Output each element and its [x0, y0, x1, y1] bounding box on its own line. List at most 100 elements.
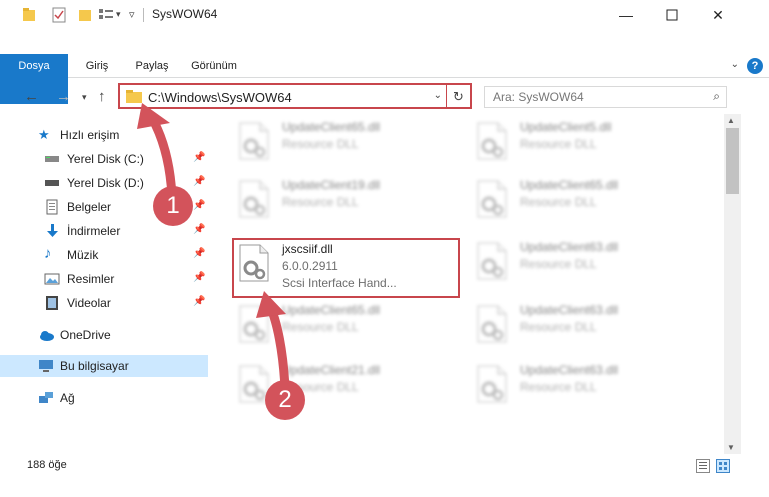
- nav-item-videos[interactable]: Videolar 📌: [0, 292, 208, 314]
- item-count: 188 öğe: [27, 459, 67, 471]
- status-bar: 188 öğe: [0, 455, 769, 477]
- close-button[interactable]: ✕: [695, 0, 741, 30]
- tiles-view-icon[interactable]: [716, 459, 730, 473]
- help-icon[interactable]: ?: [747, 58, 763, 74]
- navigation-bar: ← → ▾ ↑ C:\Windows\SysWOW64 ⌄ ↻ Ara: Sys…: [0, 80, 769, 114]
- nav-this-pc[interactable]: Bu bilgisayar: [0, 355, 208, 377]
- pictures-icon: [44, 273, 60, 285]
- nav-label: Ağ: [60, 391, 75, 405]
- file-detail: Resource DLL: [520, 137, 597, 151]
- pin-icon[interactable]: 📌: [193, 200, 205, 211]
- ribbon-tabs: Dosya Giriş Paylaş Görünüm ⌄ ?: [0, 54, 769, 104]
- pin-icon[interactable]: 📌: [193, 224, 205, 235]
- file-name: UpdateClient65.dll: [282, 120, 381, 134]
- dll-file-icon: [477, 122, 507, 160]
- details-view-icon[interactable]: [696, 459, 710, 473]
- file-item[interactable]: UpdateClient19.dll Resource DLL: [234, 176, 462, 226]
- window-title: SysWOW64: [152, 7, 218, 21]
- file-item-selected[interactable]: jxscsiif.dll 6.0.0.2911 Scsi Interface Han…: [232, 238, 460, 298]
- file-name: UpdateClient63.dll: [520, 363, 619, 377]
- folder-icon: [23, 8, 35, 21]
- ribbon-expand-icon[interactable]: ⌄: [731, 59, 739, 70]
- file-name: UpdateClient65.dll: [520, 178, 619, 192]
- minimize-icon: —: [619, 7, 633, 23]
- nav-onedrive[interactable]: OneDrive: [0, 324, 208, 346]
- nav-label: Resimler: [67, 272, 115, 286]
- download-icon: [47, 224, 58, 237]
- file-name: UpdateClient63.dll: [520, 240, 619, 254]
- file-name: UpdateClient19.dll: [282, 178, 381, 192]
- forward-icon[interactable]: →: [56, 88, 71, 105]
- customize-toolbar-icon[interactable]: ▿: [129, 8, 135, 24]
- network-icon: [39, 392, 53, 403]
- file-item[interactable]: UpdateClient5.dll Resource DLL: [472, 118, 700, 168]
- videos-icon: [46, 296, 58, 310]
- navigation-pane: ★ Hızlı erişim Yerel Disk (C:) 📌 Yerel D…: [0, 118, 208, 440]
- cloud-icon: [40, 331, 54, 341]
- file-item[interactable]: UpdateClient65.dll Resource DLL: [234, 118, 462, 168]
- recent-locations-icon[interactable]: ▾: [82, 92, 87, 103]
- file-item[interactable]: UpdateClient65.dll Resource DLL: [472, 176, 700, 226]
- file-item[interactable]: UpdateClient63.dll Resource DLL: [472, 361, 700, 411]
- file-detail: Resource DLL: [520, 257, 597, 271]
- pin-icon[interactable]: 📌: [193, 296, 205, 307]
- pin-icon[interactable]: 📌: [193, 152, 205, 163]
- tab-home[interactable]: Giriş: [80, 54, 114, 78]
- scroll-down-icon[interactable]: ▼: [727, 443, 735, 452]
- scroll-thumb[interactable]: [726, 128, 739, 194]
- file-name: jxscsiif.dll: [282, 242, 333, 256]
- file-detail: Resource DLL: [520, 380, 597, 394]
- file-description: Scsi Interface Hand...: [282, 276, 397, 290]
- drive-icon: [45, 180, 59, 186]
- nav-item-music[interactable]: ♪ Müzik 📌: [0, 244, 208, 266]
- dll-file-icon: [239, 305, 269, 343]
- search-box[interactable]: Ara: SysWOW64 ⌕: [484, 86, 727, 108]
- search-input[interactable]: Ara: SysWOW64: [493, 90, 584, 104]
- address-dropdown-icon[interactable]: ⌄: [434, 90, 442, 101]
- file-detail: Resource DLL: [520, 320, 597, 334]
- nav-label: İndirmeler: [67, 224, 121, 238]
- dll-file-icon: [239, 122, 269, 160]
- file-item[interactable]: UpdateClient63.dll Resource DLL: [472, 238, 700, 288]
- minimize-button[interactable]: —: [603, 0, 649, 30]
- pin-icon[interactable]: 📌: [193, 176, 205, 187]
- file-item[interactable]: UpdateClient65.dll Resource DLL: [234, 301, 462, 351]
- dll-file-icon: [239, 244, 269, 282]
- view-options-icon[interactable]: [98, 7, 114, 23]
- pin-icon[interactable]: 📌: [193, 272, 205, 283]
- close-icon: ✕: [712, 6, 724, 23]
- nav-item-disk-c[interactable]: Yerel Disk (C:) 📌: [0, 148, 208, 170]
- maximize-button[interactable]: [649, 0, 695, 30]
- file-item[interactable]: UpdateClient63.dll Resource DLL: [472, 301, 700, 351]
- file-detail: 6.0.0.2911: [282, 259, 338, 273]
- file-detail: Resource DLL: [282, 137, 359, 151]
- tab-share[interactable]: Paylaş: [132, 54, 172, 78]
- vertical-scrollbar[interactable]: ▲ ▼: [724, 114, 741, 454]
- computer-icon: [39, 360, 53, 372]
- dll-file-icon: [477, 242, 507, 280]
- nav-quick-access[interactable]: ★ Hızlı erişim: [0, 124, 208, 146]
- nav-item-pictures[interactable]: Resimler 📌: [0, 268, 208, 290]
- nav-label: OneDrive: [60, 328, 111, 342]
- tab-view[interactable]: Görünüm: [190, 54, 238, 78]
- up-icon[interactable]: ↑: [98, 88, 106, 105]
- nav-network[interactable]: Ağ: [0, 387, 208, 409]
- step-badge-2: 2: [265, 380, 305, 420]
- new-folder-icon[interactable]: [78, 7, 92, 23]
- search-icon[interactable]: ⌕: [713, 89, 720, 104]
- file-detail: Resource DLL: [520, 195, 597, 209]
- folder-icon: [126, 90, 142, 103]
- back-icon[interactable]: ←: [24, 88, 39, 105]
- documents-icon: [46, 199, 58, 215]
- nav-label: Bu bilgisayar: [60, 359, 129, 373]
- scroll-up-icon[interactable]: ▲: [727, 116, 735, 125]
- file-name: UpdateClient21.dll: [282, 363, 381, 377]
- address-path[interactable]: C:\Windows\SysWOW64: [148, 90, 292, 105]
- music-icon: ♪: [44, 245, 52, 262]
- address-bar[interactable]: C:\Windows\SysWOW64 ⌄ ↻: [118, 83, 472, 109]
- properties-icon[interactable]: [52, 7, 66, 23]
- refresh-icon[interactable]: ↻: [446, 85, 470, 109]
- qa-dropdown-icon[interactable]: ▾: [116, 9, 121, 25]
- pin-icon[interactable]: 📌: [193, 248, 205, 259]
- drive-icon: [45, 156, 59, 162]
